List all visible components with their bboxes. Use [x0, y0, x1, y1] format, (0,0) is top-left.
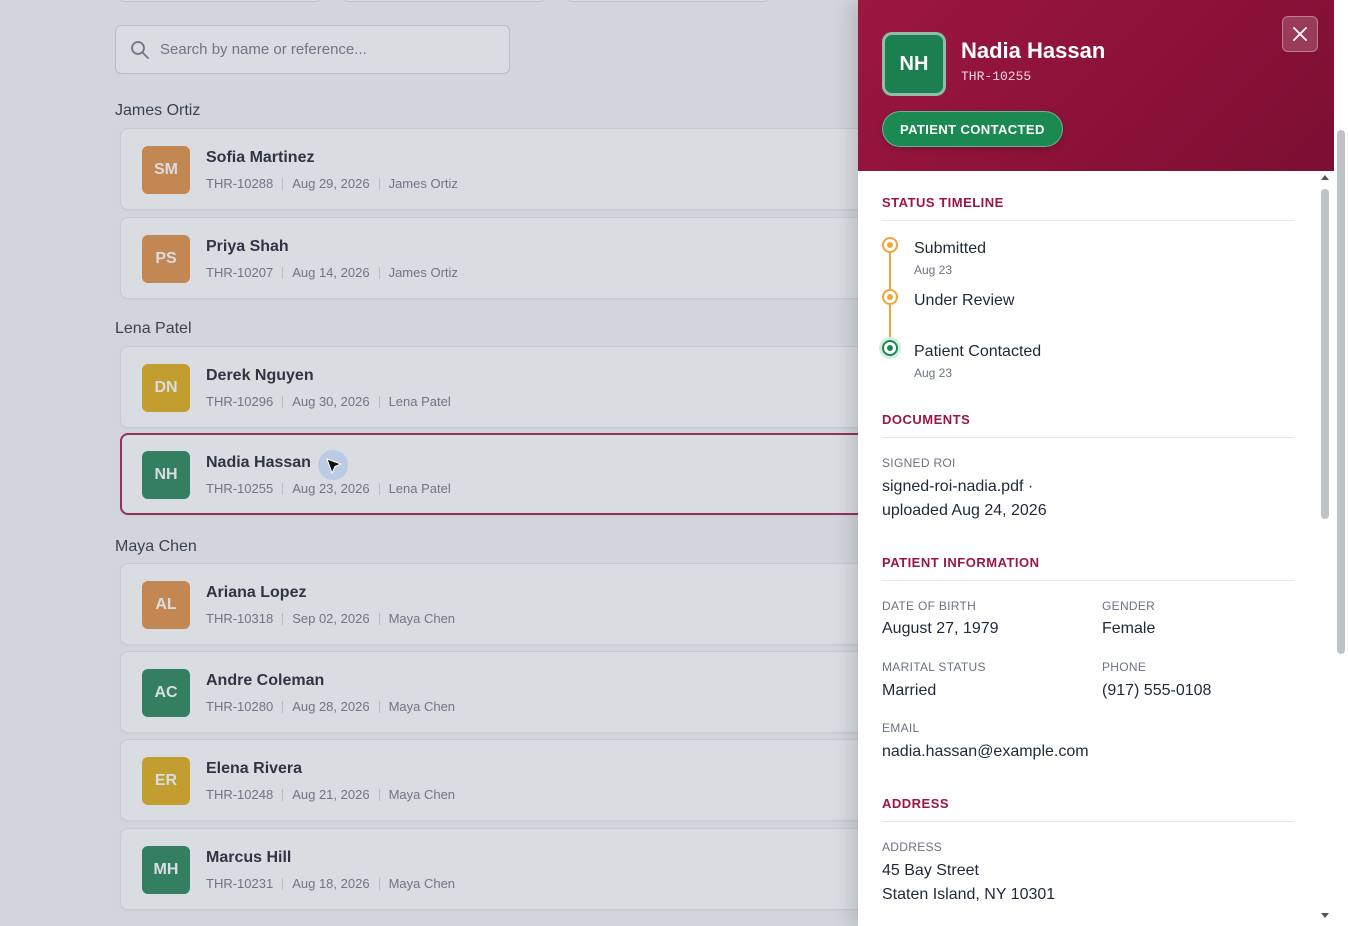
- scrollbar-thumb[interactable]: [1321, 189, 1329, 519]
- section-title-address: ADDRESS: [882, 796, 1294, 822]
- timeline-label: Under Review: [914, 292, 1015, 309]
- field-label: MARITAL STATUS: [882, 660, 986, 674]
- scrollbar-thumb[interactable]: [1337, 130, 1345, 654]
- field-label: SIGNED ROI: [882, 456, 956, 470]
- field-label: PHONE: [1102, 660, 1147, 674]
- timeline-dot: [882, 237, 898, 253]
- timeline-dot-current: [882, 340, 898, 356]
- section-title-status-timeline: STATUS TIMELINE: [882, 195, 1294, 221]
- timeline-label: Patient Contacted: [914, 343, 1042, 360]
- field-label: EMAIL: [882, 721, 920, 735]
- patient-name: Nadia Hassan: [961, 38, 1106, 63]
- signed-roi-file[interactable]: signed-roi-nadia.pdf · uploaded Aug 24, …: [882, 475, 1047, 523]
- avatar: NH: [882, 32, 946, 96]
- phone-value: (917) 555-0108: [1102, 682, 1212, 699]
- gender-value: Female: [1102, 620, 1156, 637]
- modal-backdrop[interactable]: [0, 0, 860, 926]
- mouse-cursor: [318, 450, 348, 480]
- field-label: ADDRESS: [882, 840, 943, 854]
- address-value: 45 Bay Street Staten Island, NY 10301: [882, 859, 1055, 907]
- close-icon: [1293, 27, 1307, 41]
- field-label: GENDER: [1102, 599, 1156, 613]
- signed-roi-filename: signed-roi-nadia.pdf ·: [882, 478, 1034, 495]
- marital-status-value: Married: [882, 682, 937, 699]
- content-scrollbar[interactable]: [1318, 171, 1332, 926]
- section-title-patient-information: PATIENT INFORMATION: [882, 555, 1294, 581]
- status-badge: PATIENT CONTACTED: [882, 111, 1063, 147]
- patient-detail-drawer: NH Nadia Hassan THR-10255 PATIENT CONTAC…: [858, 0, 1348, 926]
- drawer-body: STATUS TIMELINE Submitted Aug 23 Under R…: [858, 171, 1334, 926]
- email-value: nadia.hassan@example.com: [882, 743, 1089, 760]
- patient-reference: THR-10255: [961, 69, 1032, 84]
- signed-roi-uploaded: uploaded Aug 24, 2026: [882, 502, 1047, 519]
- timeline-label: Submitted: [914, 240, 987, 257]
- address-line-1: 45 Bay Street: [882, 862, 979, 879]
- timeline-dot: [882, 289, 898, 305]
- timeline-connector: [889, 304, 891, 340]
- date-of-birth-value: August 27, 1979: [882, 620, 999, 637]
- cursor-arrow-icon: [326, 458, 343, 475]
- drawer-scrollbar[interactable]: [1334, 0, 1348, 926]
- address-line-2: Staten Island, NY 10301: [882, 886, 1056, 903]
- close-button[interactable]: [1282, 16, 1318, 52]
- timeline-connector: [889, 253, 891, 289]
- timeline-date: Aug 23: [914, 366, 953, 380]
- scroll-down-arrow-icon[interactable]: [1321, 913, 1329, 918]
- field-label: DATE OF BIRTH: [882, 599, 977, 613]
- drawer-header: NH Nadia Hassan THR-10255 PATIENT CONTAC…: [858, 0, 1334, 171]
- timeline-date: Aug 23: [914, 263, 953, 277]
- scroll-up-arrow-icon[interactable]: [1321, 175, 1329, 180]
- section-title-documents: DOCUMENTS: [882, 412, 1294, 438]
